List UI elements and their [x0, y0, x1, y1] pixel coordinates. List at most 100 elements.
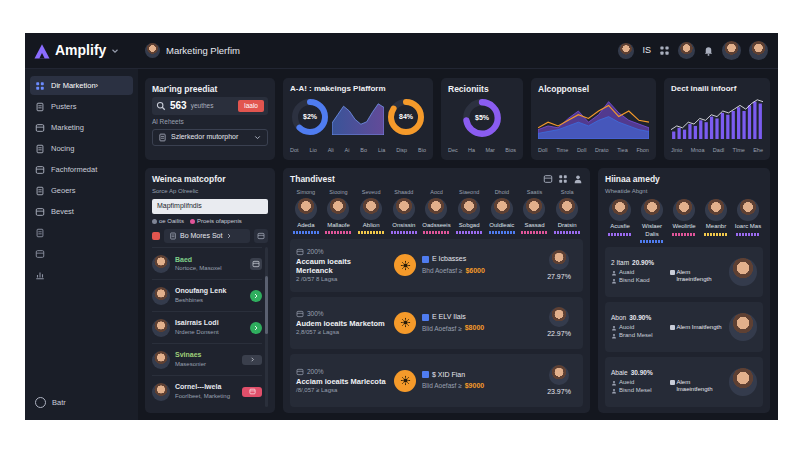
- sidebar-label: Nocing: [51, 144, 74, 153]
- audience-card[interactable]: 2 Itam20.90%AuaidBisnd KaodAlem lrraeint…: [605, 247, 763, 297]
- bar: [683, 129, 686, 138]
- play-icon: [249, 356, 256, 363]
- text-field[interactable]: Mapfimplifndis: [152, 199, 268, 213]
- member-tag: Seveud: [362, 189, 381, 196]
- message-part: [253, 263, 259, 264]
- sort-button[interactable]: Bo Mores Sot: [164, 229, 250, 243]
- member[interactable]: Weolirtle: [669, 199, 699, 242]
- contact-row[interactable]: Cornel---lwelaFoorlbeet, Marketing: [152, 375, 262, 407]
- sidebar-shortcut[interactable]: [30, 265, 133, 284]
- sidebar-item[interactable]: Dir Marketion›: [30, 76, 133, 95]
- sidebar-footer[interactable]: Batr: [30, 393, 133, 412]
- member[interactable]: SiaeondSobgad: [453, 189, 485, 234]
- audience-line-text: Aueid: [619, 379, 634, 386]
- user-initials[interactable]: IS: [642, 45, 651, 56]
- contact-action[interactable]: [250, 322, 262, 334]
- member-name: Sassad: [524, 222, 544, 229]
- member-bar: [391, 231, 417, 234]
- member[interactable]: Wislaer Dalis: [637, 199, 667, 242]
- sidebar-item[interactable]: Pusters: [30, 97, 133, 116]
- bar: [748, 105, 751, 139]
- contact-avatar: [152, 287, 170, 305]
- audience-card[interactable]: Abon30.90%AuoidBrand MeselAlem Imaitfeng…: [605, 302, 763, 352]
- member[interactable]: Ioarc Mas: [733, 199, 763, 242]
- contact-row[interactable]: Isairrais LodiNrdene Donsent: [152, 311, 262, 343]
- logo[interactable]: Amplify: [33, 42, 139, 60]
- sidebar-shortcut[interactable]: [30, 223, 133, 242]
- campaign-rate: 23.97%: [547, 388, 571, 396]
- member[interactable]: Acusfie: [605, 199, 635, 242]
- axis-label: Jinio: [671, 147, 682, 154]
- contact-action[interactable]: [242, 355, 262, 365]
- member[interactable]: SrolaDratsin: [551, 189, 583, 234]
- area-chart: [538, 97, 649, 139]
- contact-list: BaedNortoce, MasoxelOnoufang LenkBeshbin…: [152, 247, 262, 407]
- sidebar-item[interactable]: Marketing: [30, 118, 133, 137]
- sidebar-item[interactable]: Fachformedat: [30, 160, 133, 179]
- campaign-rate: 22.97%: [547, 330, 571, 338]
- audience-line: Brand Mesel: [611, 332, 666, 339]
- filter-part: [258, 235, 264, 236]
- user-icon: [611, 380, 617, 386]
- search-field[interactable]: 563yeuthesIaalo: [152, 97, 268, 115]
- main-content: Mar'ing preediat563yeuthesIaaloAl Reheet…: [138, 69, 778, 420]
- campaign-rank-row: 200%: [296, 248, 388, 256]
- contact-row[interactable]: Onoufang LenkBeshbines: [152, 279, 262, 311]
- sidebar-item[interactable]: Bevest: [30, 202, 133, 221]
- bar: [694, 126, 697, 139]
- contact-action[interactable]: [250, 290, 262, 302]
- contact-row[interactable]: SvinaesMasesonier: [152, 343, 262, 375]
- action-button[interactable]: Iaalo: [238, 100, 264, 112]
- campaign-card[interactable]: 200%Acciam ioeaits Marlecota/8/,057 ≥ La…: [290, 354, 583, 407]
- filter-chip[interactable]: oe Oailits: [152, 218, 184, 225]
- shortcut-icon: [35, 270, 45, 280]
- x-axis: DecHaMarBios: [448, 147, 516, 154]
- member[interactable]: DhoidOuldleaic: [486, 189, 518, 234]
- contact-action[interactable]: [242, 387, 262, 397]
- sidebar-shortcut[interactable]: [30, 244, 133, 263]
- filter-chip[interactable]: Proeis ofappenis: [190, 218, 242, 225]
- count: 563: [170, 100, 187, 112]
- direct-card: Dect inaili infoorfJinioMnoaDadlTlmeEhe: [664, 78, 770, 160]
- audience-pct: 20.90%: [632, 259, 654, 267]
- budget-value: $9000: [465, 382, 484, 390]
- member[interactable]: SeveudAblion: [355, 189, 387, 234]
- sidebar-item[interactable]: Nocing: [30, 139, 133, 158]
- audience-body: AueidBisnd MeselAlem lmaeintfength: [611, 379, 724, 394]
- chevron-down-part: [255, 136, 260, 138]
- member[interactable]: AocdOadsseeis: [421, 189, 453, 234]
- panel-caption: Sorce Ap Olreelic: [152, 188, 268, 195]
- campaign-info: 200%Accaum ioeaits Merleanck2 /0/57 8 La…: [296, 248, 388, 283]
- member-avatar: [609, 199, 631, 221]
- app: AmplifyMarketing PlerfimISDir Marketion›…: [25, 33, 778, 420]
- scrollbar[interactable]: [265, 247, 268, 407]
- flag-icon: [152, 232, 160, 240]
- dropdown[interactable]: Szlerkedor mutorphor: [152, 129, 268, 146]
- series-values: [538, 106, 649, 128]
- member[interactable]: SaatisSassad: [519, 189, 551, 234]
- campaign-card[interactable]: 200%Accaum ioeaits Merleanck2 /0/57 8 La…: [290, 239, 583, 292]
- campaign-card[interactable]: 300%Audem ioeaits Marketom2,8/057 ≥ Lags…: [290, 297, 583, 350]
- member-avatar: [327, 198, 349, 220]
- badge-row: $ XID Fian: [422, 371, 535, 379]
- campaign-rank: 300%: [307, 310, 324, 318]
- filter-button[interactable]: [254, 229, 268, 243]
- member[interactable]: ShaaddOnsissin: [388, 189, 420, 234]
- sort-row: Bo Mores Sot: [152, 229, 268, 243]
- member[interactable]: SimongAdeda: [290, 189, 322, 234]
- contact-action[interactable]: [250, 258, 262, 270]
- member[interactable]: Meanbr: [701, 199, 731, 242]
- scroll-thumb[interactable]: [265, 276, 268, 333]
- campaign-list: 200%Accaum ioeaits Merleanck2 /0/57 8 La…: [290, 239, 583, 407]
- budget-row: Blid Aoefasf ≥$9000: [422, 382, 535, 390]
- audience-card[interactable]: Abaie30.90%AueidBisnd MeselAlem lmaeintf…: [605, 357, 763, 407]
- list-part: [161, 136, 164, 137]
- header-tools: [543, 174, 583, 184]
- axis-label: Ai: [345, 147, 350, 154]
- member[interactable]: SiooingMallaofe: [323, 189, 355, 234]
- sun-icon: [400, 375, 411, 386]
- filter-row: oe Oailits Proeis ofappenis: [152, 218, 268, 225]
- sidebar-item[interactable]: Geoers: [30, 181, 133, 200]
- contact-row[interactable]: BaedNortoce, Masoxel: [152, 247, 262, 279]
- audience-line-text: Bisnd Kaod: [619, 277, 650, 284]
